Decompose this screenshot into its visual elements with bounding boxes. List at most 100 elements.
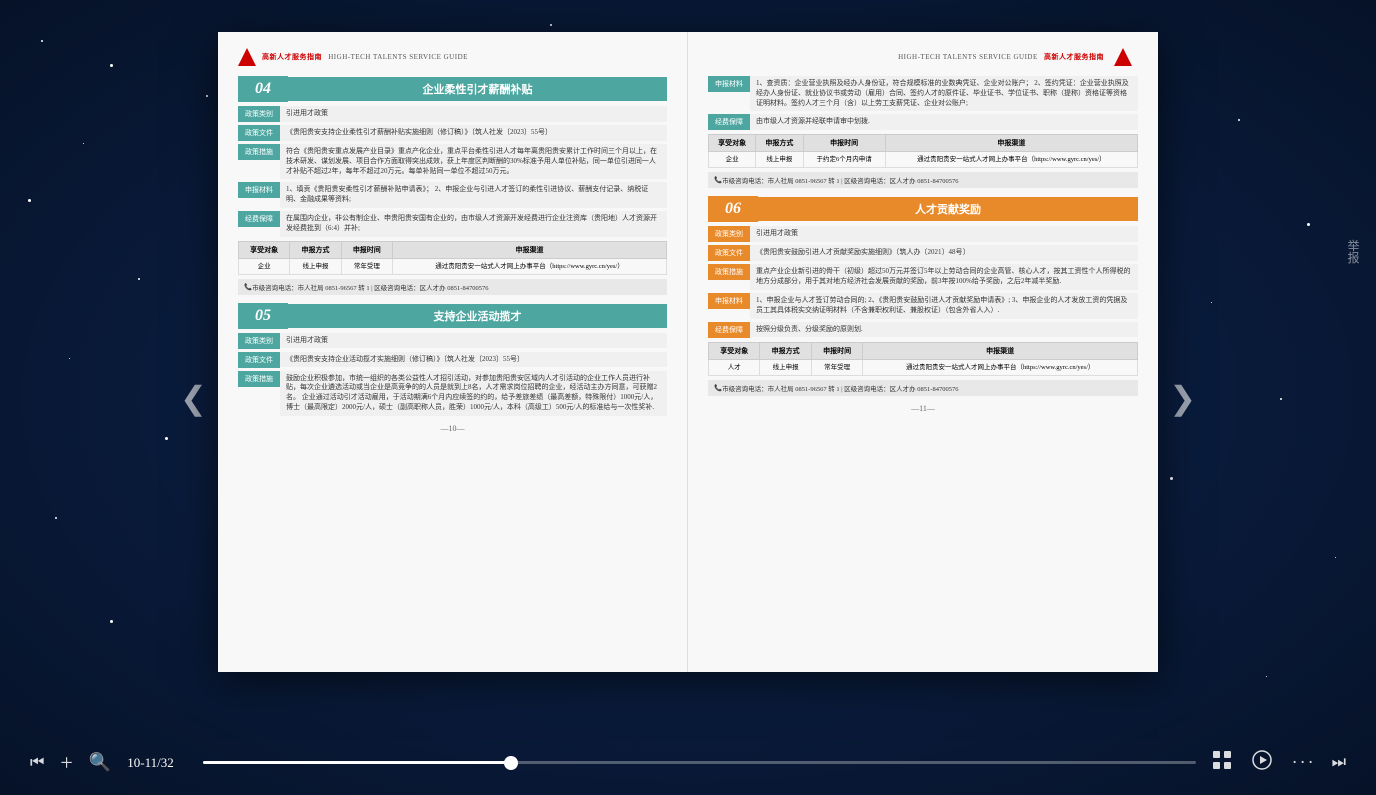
s06-contact: 📞 市级咨询电话：市人社局 0851-96567 转 1 | 区级咨询电话：区人…: [708, 380, 1138, 396]
s06-th-target: 享受对象: [709, 342, 760, 359]
s04-content-category: 引进用才政策: [280, 106, 667, 122]
search-button[interactable]: 🔍: [89, 752, 111, 773]
s06-row-measures: 政策措施 重点产业企业新引进的骨干（初级）超过50万元并签订5年以上劳动合同的企…: [708, 264, 1138, 290]
progress-fill: [203, 761, 511, 764]
prev-page-arrow[interactable]: ❮: [180, 379, 207, 417]
section-05-number: 05: [238, 303, 288, 329]
bottom-toolbar: ⏮ + 🔍 10-11/32 ··· ⏭: [0, 730, 1376, 795]
s04-th-method: 申报方式: [290, 241, 341, 258]
s04-row-materials: 申报材料 1、填贡《贵阳贵安柔性引才薪酬补贴申请表》； 2、申报企业与引进人才签…: [238, 182, 667, 208]
page-right: HIGH-TECH TALENTS SERVICE GUIDE 高新人才服务指南…: [688, 32, 1158, 672]
s04-label-category: 政策类别: [238, 106, 280, 122]
section-04-title: 企业柔性引才薪酬补贴: [288, 77, 667, 101]
grid-view-button[interactable]: [1212, 750, 1232, 776]
left-page-number: —10—: [238, 424, 667, 433]
section-05-title: 支持企业活动揽才: [288, 304, 667, 328]
s05-content-measures: 鼓励企业积极参加，市统一组织的各类公益性人才招引活动，对参加贵阳贵安区域内人才引…: [280, 371, 667, 416]
section-06-title-bar: 06 人才贡献奖励: [708, 196, 1138, 222]
s05-label-measures: 政策措施: [238, 371, 280, 387]
s04-td-time: 常年受理: [341, 258, 392, 274]
apply-th-target: 享受对象: [709, 135, 756, 152]
s06-th-time: 申报时间: [811, 342, 862, 359]
section-04-title-bar: 04 企业柔性引才薪酬补贴: [238, 76, 667, 102]
progress-thumb[interactable]: [504, 756, 518, 770]
s06-label-category: 政策类别: [708, 226, 750, 242]
book-container: 高新人才服务指南 HIGH-TECH TALENTS SERVICE GUIDE…: [218, 32, 1158, 672]
s04-label-materials: 申报材料: [238, 182, 280, 198]
s04-contact: 📞 市级咨询电话：市人社局 0851-96567 转 1 | 区级咨询电话：区人…: [238, 279, 667, 295]
s06-content-category: 引进用才政策: [750, 226, 1138, 242]
apply-content-finance: 由市级人才资源并经联申请审中划拨.: [750, 114, 1138, 130]
apply-label-finance: 经费保障: [708, 114, 750, 130]
apply-contact: 📞 市级咨询电话：市人社局 0851-96567 转 1 | 区级咨询电话：区人…: [708, 172, 1138, 188]
more-options-button[interactable]: ···: [1292, 752, 1316, 773]
s05-row-file: 政策文件 《贵阳贵安支持企业活动揽才实施细则（修订稿）》〔筑人社发〔2023〕5…: [238, 352, 667, 368]
page-indicator: 10-11/32: [127, 755, 187, 771]
s06-label-measures: 政策措施: [708, 264, 750, 280]
add-button[interactable]: +: [60, 750, 72, 776]
section-06: 06 人才贡献奖励 政策类别 引进用才政策 政策文件 《贵阳贵安鼓励引进人才贡献…: [708, 196, 1138, 395]
report-label[interactable]: 举报: [1345, 239, 1362, 557]
s06-row-materials: 申报材料 1、申报企业与人才签订劳动合同的; 2、《贵阳贵安鼓励引进人才贡献奖励…: [708, 293, 1138, 319]
table-row: 企业 线上申报 常年受理 通过贵阳贵安一站式人才网上办事平台（https://w…: [239, 258, 667, 274]
logo-icon-left: [238, 48, 256, 66]
phone-icon-right: 📞: [714, 384, 722, 392]
phone-icon: 📞: [714, 176, 722, 184]
s05-content-category: 引进用才政策: [280, 333, 667, 349]
left-header-text: 高新人才服务指南 HIGH-TECH TALENTS SERVICE GUIDE: [262, 52, 468, 62]
phone-icon: 📞: [244, 283, 252, 291]
s04-table: 享受对象 申报方式 申报时间 申报渠道 企业 线上申报 常年受理 通过贵阳贵安一…: [238, 241, 667, 275]
s04-th-channel: 申报渠道: [392, 241, 666, 258]
s06-row-finance: 经费保障 按照分级负责、分级奖励的原则划.: [708, 322, 1138, 338]
logo-icon-right: [1114, 48, 1132, 66]
s06-th-channel: 申报渠道: [863, 342, 1138, 359]
left-page-header: 高新人才服务指南 HIGH-TECH TALENTS SERVICE GUIDE: [238, 48, 667, 66]
apply-th-time: 申报时间: [803, 135, 885, 152]
apply-label-materials: 申报材料: [708, 76, 750, 92]
s06-content-file: 《贵阳贵安鼓励引进人才贡献奖励实施细则》〔筑人办〔2021〕48号〕: [750, 245, 1138, 261]
page-left: 高新人才服务指南 HIGH-TECH TALENTS SERVICE GUIDE…: [218, 32, 688, 672]
s06-row-file: 政策文件 《贵阳贵安鼓励引进人才贡献奖励实施细则》〔筑人办〔2021〕48号〕: [708, 245, 1138, 261]
s06-td-method: 线上申报: [760, 359, 811, 375]
s04-content-measures: 符合《贵阳贵安重点发展产业目录》重点产化企业，重点平台柔性引进人才每年离贵阳贵安…: [280, 144, 667, 179]
s05-row-measures: 政策措施 鼓励企业积极参加，市统一组织的各类公益性人才招引活动，对参加贵阳贵安区…: [238, 371, 667, 416]
s06-label-file: 政策文件: [708, 245, 750, 261]
apply-td-method: 线上申报: [756, 152, 803, 168]
section-06-title: 人才贡献奖励: [758, 197, 1138, 221]
s06-td-channel: 通过贵阳贵安一站式人才网上办事平台（https://www.gyrc.cn/ye…: [863, 359, 1138, 375]
s06-label-materials: 申报材料: [708, 293, 750, 309]
s04-row-category: 政策类别 引进用才政策: [238, 106, 667, 122]
s05-row-category: 政策类别 引进用才政策: [238, 333, 667, 349]
s05-label-file: 政策文件: [238, 352, 280, 368]
apply-td-channel: 通过贵阳贵安一站式人才网上办事平台（https://www.gyrc.cn/ye…: [885, 152, 1137, 168]
first-page-button[interactable]: ⏮: [30, 754, 44, 772]
s06-label-finance: 经费保障: [708, 322, 750, 338]
section-04: 04 企业柔性引才薪酬补贴 政策类别 引进用才政策 政策文件 《贵阳贵安支持企业…: [238, 76, 667, 295]
apply-th-method: 申报方式: [756, 135, 803, 152]
s04-row-finance: 经费保障 在属围内企业，非公有制企业、申贵阳贵安国有企业的，由市级人才资源开发经…: [238, 211, 667, 237]
play-button[interactable]: [1252, 750, 1272, 776]
s04-label-file: 政策文件: [238, 125, 280, 141]
right-page-number: —11—: [708, 404, 1138, 413]
apply-section-cont: 申报材料 1、查资质：企业营业执照及经办人身份证，符合规模标准的业数典凭证、企业…: [708, 76, 1138, 188]
last-page-button[interactable]: ⏭: [1332, 754, 1346, 772]
table-row: 企业 线上申报 于约定6个月内申请 通过贵阳贵安一站式人才网上办事平台（http…: [709, 152, 1138, 168]
s06-row-category: 政策类别 引进用才政策: [708, 226, 1138, 242]
s04-row-measures: 政策措施 符合《贵阳贵安重点发展产业目录》重点产化企业，重点平台柔性引进人才每年…: [238, 144, 667, 179]
s04-th-target: 享受对象: [239, 241, 290, 258]
section-05: 05 支持企业活动揽才 政策类别 引进用才政策 政策文件 《贵阳贵安支持企业活动…: [238, 303, 667, 416]
section-04-number: 04: [238, 76, 288, 102]
progress-bar[interactable]: [203, 761, 1195, 764]
s05-content-file: 《贵阳贵安支持企业活动揽才实施细则（修订稿）》〔筑人社发〔2023〕55号〕: [280, 352, 667, 368]
s05-label-category: 政策类别: [238, 333, 280, 349]
apply-th-channel: 申报渠道: [885, 135, 1137, 152]
s06-td-target: 人才: [709, 359, 760, 375]
s06-th-method: 申报方式: [760, 342, 811, 359]
apply-row-materials: 申报材料 1、查资质：企业营业执照及经办人身份证，符合规模标准的业数典凭证、企业…: [708, 76, 1138, 111]
s04-content-file: 《贵阳贵安支持企业柔性引才薪酬补贴实施细则（修订稿）》〔筑人社发〔2023〕55…: [280, 125, 667, 141]
next-page-arrow[interactable]: ❯: [1169, 379, 1196, 417]
s04-td-channel: 通过贵阳贵安一站式人才网上办事平台（https://www.gyrc.cn/ye…: [392, 258, 666, 274]
table-row: 人才 线上申报 常年受理 通过贵阳贵安一站式人才网上办事平台（https://w…: [709, 359, 1138, 375]
s04-label-finance: 经费保障: [238, 211, 280, 227]
s06-content-finance: 按照分级负责、分级奖励的原则划.: [750, 322, 1138, 338]
